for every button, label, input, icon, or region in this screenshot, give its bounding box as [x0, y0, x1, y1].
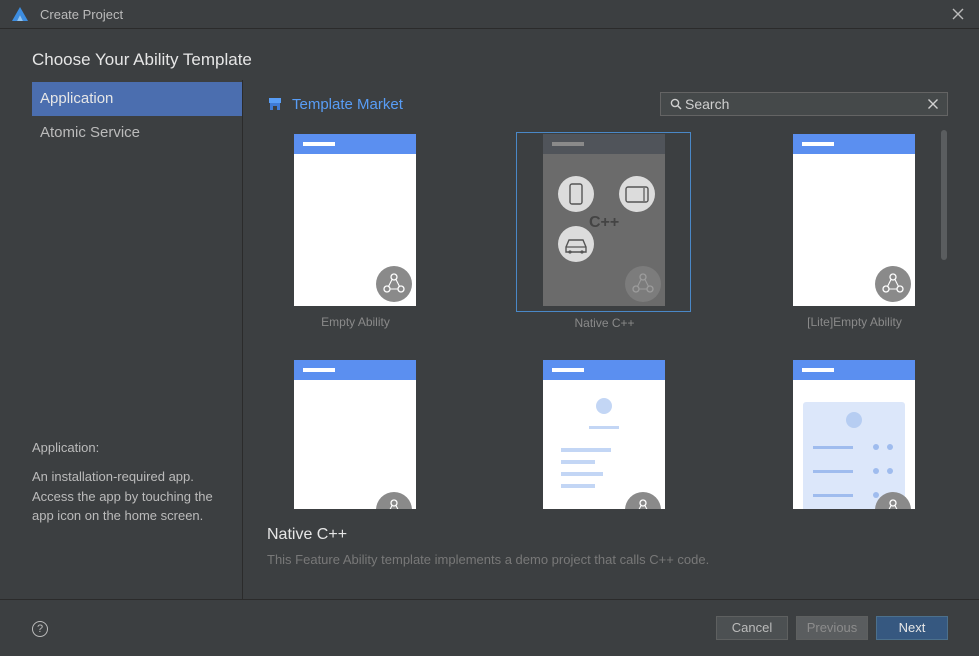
cpp-icon: C++	[589, 214, 620, 231]
template-market-label: Template Market	[292, 95, 403, 113]
sidebar: Application Atomic Service Application: …	[0, 80, 243, 599]
selected-template-description: This Feature Ability template implements…	[267, 552, 710, 567]
store-icon	[269, 98, 281, 110]
category-description-title: Application:	[32, 440, 100, 455]
template-preview: C++	[543, 134, 665, 306]
template-label: Native C++	[574, 316, 635, 330]
ability-badge-icon	[625, 492, 661, 509]
tablet-device-icon	[619, 176, 655, 212]
cancel-button[interactable]: Cancel	[716, 616, 788, 640]
phone-device-icon	[558, 176, 594, 212]
template-card-6[interactable]	[767, 358, 942, 509]
template-label: [Lite]Empty Ability	[807, 315, 902, 329]
title-bar: Create Project	[0, 0, 979, 29]
sidebar-item-label: Atomic Service	[40, 124, 141, 141]
category-description: An installation-required app. Access the…	[32, 469, 213, 523]
template-preview	[294, 134, 416, 306]
app-logo-icon	[12, 7, 28, 21]
template-card-empty-ability[interactable]: Empty Ability	[268, 132, 443, 329]
clear-search-icon[interactable]	[927, 98, 939, 110]
ability-badge-icon	[875, 492, 911, 509]
template-card-lite-empty-ability[interactable]: [Lite]Empty Ability	[767, 132, 942, 329]
ability-badge-icon	[625, 266, 661, 302]
next-button[interactable]: Next	[876, 616, 948, 640]
page-title: Choose Your Ability Template	[32, 50, 252, 69]
template-card-4[interactable]	[268, 358, 443, 509]
close-icon[interactable]	[951, 7, 965, 21]
sidebar-item-label: Application	[40, 90, 114, 107]
ability-badge-icon	[875, 266, 911, 302]
ability-badge-icon	[376, 492, 412, 509]
template-preview	[793, 134, 915, 306]
search-icon	[670, 98, 682, 110]
avatar	[846, 412, 862, 428]
template-preview	[294, 360, 416, 509]
template-grid-scrollbar[interactable]	[941, 130, 947, 260]
template-market-link[interactable]: Template Market	[268, 95, 403, 113]
selected-template-title: Native C++	[267, 526, 348, 543]
template-card-5[interactable]	[516, 358, 691, 509]
template-card-native-cpp[interactable]: C++ Native C++	[516, 132, 691, 330]
window-title: Create Project	[40, 7, 124, 22]
sidebar-item-atomic-service[interactable]: Atomic Service	[32, 116, 242, 150]
previous-button[interactable]: Previous	[796, 616, 868, 640]
help-icon[interactable]: ?	[32, 621, 48, 637]
sidebar-item-application[interactable]: Application	[32, 82, 242, 116]
template-grid: Empty Ability C++ Native C++ [Lite]Empty…	[244, 126, 944, 509]
template-label: Empty Ability	[321, 315, 390, 329]
template-preview	[543, 360, 665, 509]
dialog-footer: ? Cancel Previous Next	[0, 599, 979, 656]
ability-badge-icon	[376, 266, 412, 302]
search-box	[660, 92, 948, 116]
avatar	[596, 398, 612, 414]
template-preview	[793, 360, 915, 509]
search-input[interactable]	[685, 95, 915, 113]
